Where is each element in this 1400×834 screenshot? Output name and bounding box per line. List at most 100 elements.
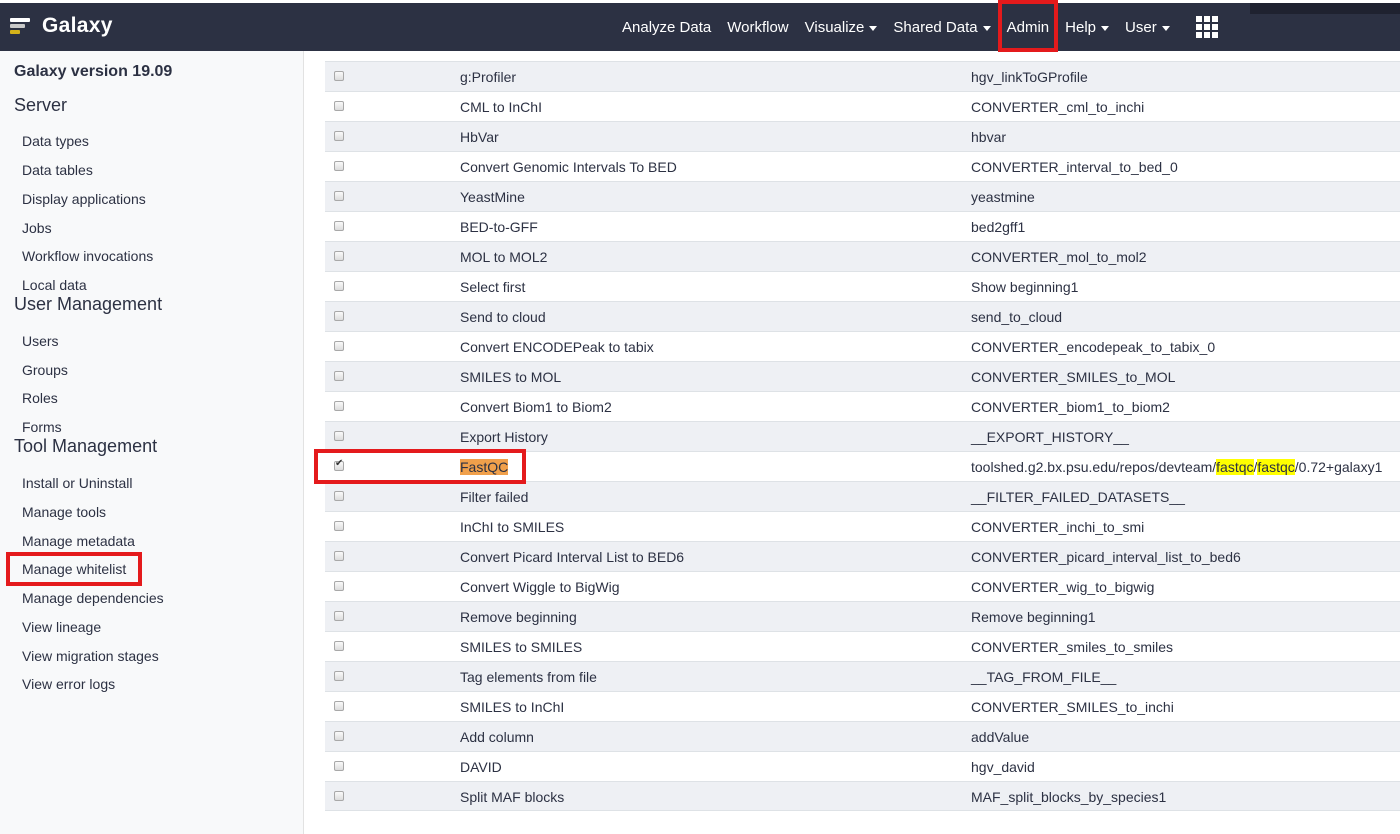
tool-id: CONVERTER_encodepeak_to_tabix_0 [971,339,1216,355]
tool-name: Convert Genomic Intervals To BED [460,159,677,175]
whitelist-checkbox[interactable] [334,701,344,711]
tool-id: hbvar [971,129,1007,145]
tool-name: Convert Picard Interval List to BED6 [460,549,684,565]
tool-id: MAF_split_blocks_by_species1 [971,789,1167,805]
whitelist-checkbox[interactable] [334,761,344,771]
tool-name: Remove beginning [460,609,577,625]
whitelist-checkbox[interactable] [334,458,344,471]
sidebar-link-view-lineage[interactable]: View lineage [22,619,101,635]
table-row: CML to InChI CONVERTER_cml_to_inchi [325,91,1400,121]
table-row: BED-to-GFF bed2gff1 [325,211,1400,241]
whitelist-checkbox[interactable] [334,581,344,591]
whitelist-checkbox[interactable] [334,431,344,441]
tool-name-text: MOL to MOL2 [460,249,548,265]
whitelist-checkbox[interactable] [334,311,344,321]
grid-icon [1195,16,1218,38]
whitelist-checkbox[interactable] [334,251,344,261]
tool-name-text: Convert Wiggle to BigWig [460,579,620,595]
whitelist-checkbox[interactable] [334,791,344,801]
sidebar-link-manage-metadata[interactable]: Manage metadata [22,533,135,549]
table-row: Convert Wiggle to BigWig CONVERTER_wig_to… [325,571,1400,601]
whitelist-checkbox[interactable] [334,491,344,501]
whitelist-checkbox[interactable] [334,281,344,291]
caret-down-icon [869,25,878,31]
whitelist-checkbox[interactable] [334,131,344,141]
tool-id: CONVERTER_inchi_to_smi [971,519,1145,535]
tool-id: Remove beginning1 [971,609,1096,625]
whitelist-checkbox[interactable] [334,371,344,381]
tool-name-text: SMILES to SMILES [460,639,583,655]
brand-link[interactable]: Galaxy [10,11,113,41]
tool-id: __EXPORT_HISTORY__ [971,429,1129,445]
caret-down-icon [982,25,991,31]
table-row: FastQC toolshed.g2.bx.psu.edu/repos/devte… [325,451,1400,481]
tool-name-text: SMILES to MOL [460,369,562,385]
sidebar-link-forms[interactable]: Forms [22,419,62,435]
search-match: fastqc [1257,459,1295,475]
sidebar-link-roles[interactable]: Roles [22,390,58,406]
table-row: Convert ENCODEPeak to tabix CONVERTER_enc… [325,331,1400,361]
whitelist-checkbox[interactable] [334,551,344,561]
tool-name: DAVID [460,759,502,775]
table-row: SMILES to SMILES CONVERTER_smiles_to_smil… [325,631,1400,661]
whitelist-checkbox[interactable] [334,401,344,411]
sidebar-link-workflow-invocations[interactable]: Workflow invocations [22,248,153,264]
tool-name-text: Export History [460,429,548,445]
sidebar-link-manage-tools[interactable]: Manage tools [22,504,106,520]
section-user-management: User Management [14,294,163,314]
whitelist-checkbox[interactable] [334,671,344,681]
sidebar-link-local-data[interactable]: Local data [22,277,87,293]
tool-name: Split MAF blocks [460,789,564,805]
whitelist-checkbox[interactable] [334,191,344,201]
section-tool-management: Tool Management [14,436,158,456]
nav-label: Workflow [727,18,789,36]
nav-workflow[interactable]: Workflow [719,3,796,51]
whitelist-checkbox[interactable] [334,221,344,231]
whitelist-checkbox[interactable] [334,611,344,621]
sidebar-link-groups[interactable]: Groups [22,362,68,378]
sidebar-link-data-types[interactable]: Data types [22,133,89,149]
caret-down-icon [1101,25,1110,31]
sidebar-link-view-error-logs[interactable]: View error logs [22,676,115,692]
whitelist-checkbox[interactable] [334,731,344,741]
nav-help[interactable]: Help [1057,3,1117,51]
tool-name-text: SMILES to InChI [460,699,565,715]
tool-name-text: Remove beginning [460,609,577,625]
apps-menu-button[interactable] [1178,3,1226,51]
whitelist-checkbox[interactable] [334,161,344,171]
tool-id: CONVERTER_SMILES_to_MOL [971,369,1176,385]
sidebar-link-view-migration-stages[interactable]: View migration stages [22,648,159,664]
whitelist-checkbox[interactable] [334,341,344,351]
search-match: fastqc [1216,459,1254,475]
sidebar-link-manage-dependencies[interactable]: Manage dependencies [22,590,164,606]
section-server: Server [14,95,68,115]
sidebar-link-manage-whitelist[interactable]: Manage whitelist [5,552,143,586]
tool-name: InChI to SMILES [460,519,564,535]
nav-visualize[interactable]: Visualize [797,3,886,51]
table-row: HbVar hbvar [325,121,1400,151]
table-row: Select first Show beginning1 [325,271,1400,301]
table-row: MOL to MOL2 CONVERTER_mol_to_mol2 [325,241,1400,271]
nav-user[interactable]: User [1117,3,1178,51]
whitelist-checkbox[interactable] [334,521,344,531]
tool-id: addValue [971,729,1030,745]
sidebar-link-jobs[interactable]: Jobs [22,220,52,236]
whitelist-checkbox[interactable] [334,641,344,651]
whitelist-checkbox[interactable] [334,71,344,81]
nav-analyze-data[interactable]: Analyze Data [614,3,719,51]
tool-name: Convert Biom1 to Biom2 [460,399,612,415]
tool-name-text: g:Profiler [460,69,517,85]
nav-label: Visualize [804,18,865,36]
nav-shared-data[interactable]: Shared Data [885,3,998,51]
sidebar-link-display-applications[interactable]: Display applications [22,191,146,207]
tool-name-text: BED-to-GFF [460,219,538,235]
tool-id: CONVERTER_interval_to_bed_0 [971,159,1178,175]
tool-name: Send to cloud [460,309,546,325]
tool-name-text: Add column [460,729,534,745]
sidebar-link-data-tables[interactable]: Data tables [22,162,93,178]
tool-name-text: Select first [460,279,526,295]
whitelist-checkbox[interactable] [334,101,344,111]
nav-admin[interactable]: Admin [997,0,1058,52]
sidebar-link-users[interactable]: Users [22,333,59,349]
sidebar-link-install-or-uninstall[interactable]: Install or Uninstall [22,475,133,491]
